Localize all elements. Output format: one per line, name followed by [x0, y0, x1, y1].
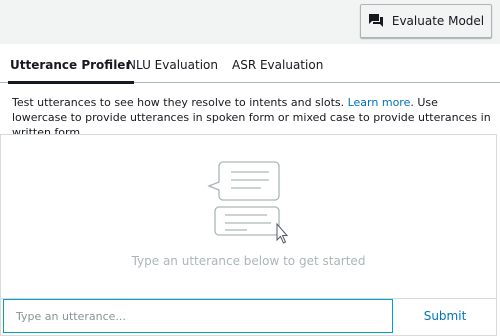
- tab-utterance-profiler[interactable]: Utterance Profiler: [7, 44, 135, 84]
- conversation-illustration-icon: [201, 160, 297, 248]
- evaluate-model-label: Evaluate Model: [391, 14, 485, 28]
- top-toolbar: Evaluate Model: [0, 0, 500, 44]
- submit-button[interactable]: Submit: [394, 299, 496, 333]
- evaluate-model-button[interactable]: Evaluate Model: [360, 4, 492, 38]
- tab-bar: Utterance Profiler NLU Evaluation ASR Ev…: [0, 44, 500, 84]
- empty-state-hint: Type an utterance below to get started: [131, 254, 366, 268]
- tab-nlu-evaluation[interactable]: NLU Evaluation: [127, 44, 218, 83]
- tab-asr-evaluation[interactable]: ASR Evaluation: [232, 44, 323, 83]
- learn-more-link[interactable]: Learn more: [348, 96, 411, 109]
- description-text-1: Test utterances to see how they resolve …: [12, 96, 348, 109]
- results-panel: Type an utterance below to get started: [0, 134, 497, 298]
- utterance-input[interactable]: [3, 299, 393, 333]
- utterance-input-row: Submit: [0, 298, 497, 336]
- chat-bubbles-icon: [368, 13, 384, 29]
